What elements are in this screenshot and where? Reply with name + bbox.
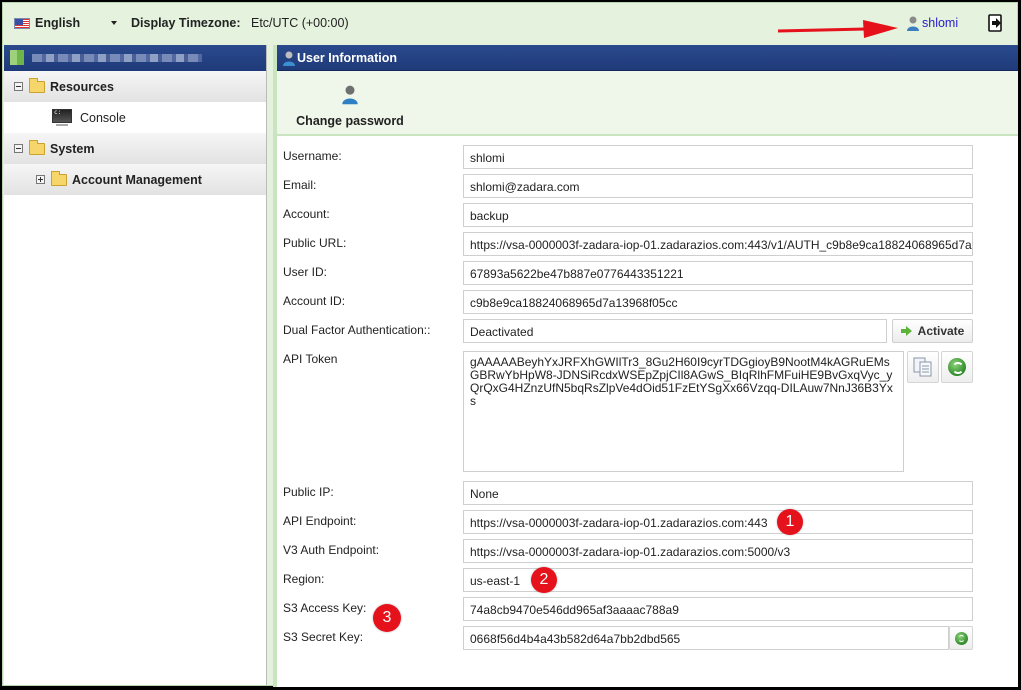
activate-label: Activate [917, 324, 965, 338]
folder-icon [51, 170, 67, 186]
sidebar-header [4, 45, 266, 71]
refresh-icon [948, 358, 966, 376]
username-field[interactable]: shlomi [463, 145, 973, 169]
form-row-account-id: Account ID: c9b8e9ca18824068965d7a13968f… [277, 287, 1018, 316]
folder-open-icon [29, 77, 45, 93]
account-id-label: Account ID: [283, 294, 346, 308]
user-icon [907, 16, 919, 31]
copy-icon [913, 357, 932, 377]
refresh-icon [954, 631, 968, 645]
region-label: Region: [283, 572, 325, 586]
form-row-dual-factor: Dual Factor Authentication:: Deactivated… [277, 316, 1018, 345]
expand-icon[interactable] [36, 175, 45, 184]
main-panel: User Information Change password Usernam… [273, 45, 1018, 687]
activate-button[interactable]: Activate [892, 319, 973, 343]
username-label: Username: [283, 149, 342, 163]
collapse-icon[interactable] [14, 82, 23, 91]
form-row-username: Username: shlomi [277, 142, 1018, 171]
api-endpoint-field[interactable]: https://vsa-0000003f-zadara-iop-01.zadar… [463, 510, 973, 534]
public-ip-label: Public IP: [283, 485, 334, 499]
account-field[interactable]: backup [463, 203, 973, 227]
timezone-value[interactable]: Etc/UTC (+00:00) [251, 16, 349, 30]
tree-item-system[interactable]: System [4, 133, 266, 164]
annotation-badge-1: 1 [777, 509, 803, 535]
folder-open-icon [29, 139, 45, 155]
sidebar: Resources Console System Account Managem… [4, 45, 267, 685]
user-info-form: Username: shlomi Email: shlomi@zadara.co… [277, 136, 1018, 652]
account-label: Account: [283, 207, 330, 221]
panel-title: User Information [297, 50, 398, 65]
app-frame: English Display Timezone: Etc/UTC (+00:0… [2, 2, 1018, 687]
arrow-right-icon [900, 326, 912, 336]
logo-icon [10, 50, 24, 65]
form-row-region: Region: us-east-1 2 [277, 565, 1018, 594]
form-row-user-id: User ID: 67893a5622be47b887e077644335122… [277, 258, 1018, 287]
tree-item-resources[interactable]: Resources [4, 71, 266, 102]
toolbar: Change password [277, 71, 1018, 136]
tree-item-label: Account Management [72, 172, 202, 187]
form-row-public-ip: Public IP: None [277, 478, 1018, 507]
form-row-api-token: API Token gAAAAABeyhYxJRFXhGWIlTr3_8Gu2H… [277, 345, 1018, 478]
username-link-text[interactable]: shlomi [922, 16, 958, 30]
dual-factor-field[interactable]: Deactivated [463, 319, 887, 343]
form-row-s3-access-key: S3 Access Key: 74a8cb9470e546dd965af3aaa… [277, 594, 1018, 632]
v3-auth-endpoint-field[interactable]: https://vsa-0000003f-zadara-iop-01.zadar… [463, 539, 973, 563]
panel-header: User Information [277, 45, 1018, 71]
regenerate-token-button[interactable] [941, 351, 973, 383]
form-row-email: Email: shlomi@zadara.com [277, 171, 1018, 200]
form-row-s3-secret-key: S3 Secret Key: 0668f56d4b4a43b582d64a7bb… [277, 623, 1018, 652]
public-url-field[interactable]: https://vsa-0000003f-zadara-iop-01.zadar… [463, 232, 973, 256]
s3-access-key-label: S3 Access Key: [283, 601, 367, 615]
language-selector[interactable]: English [35, 16, 80, 30]
chevron-down-icon[interactable] [111, 21, 117, 25]
collapse-icon[interactable] [14, 144, 23, 153]
change-password-button[interactable]: Change password [295, 83, 405, 128]
tree-item-label: Resources [50, 79, 114, 94]
public-url-label: Public URL: [283, 236, 347, 250]
change-password-label: Change password [296, 114, 404, 128]
api-token-label: API Token [283, 352, 338, 366]
account-id-field[interactable]: c9b8e9ca18824068965d7a13968f05cc [463, 290, 973, 314]
us-flag-icon [14, 18, 30, 29]
user-menu-link[interactable]: shlomi [906, 15, 958, 31]
redacted-title [32, 54, 202, 62]
tree-item-label: Console [80, 110, 126, 125]
console-icon [52, 108, 72, 127]
regenerate-secret-button[interactable] [949, 626, 973, 650]
email-label: Email: [283, 178, 317, 192]
public-ip-field[interactable]: None [463, 481, 973, 505]
copy-button[interactable] [907, 351, 939, 383]
user-id-field[interactable]: 67893a5622be47b887e0776443351221 [463, 261, 973, 285]
email-field[interactable]: shlomi@zadara.com [463, 174, 973, 198]
s3-access-key-field[interactable]: 74a8cb9470e546dd965af3aaaac788a9 [463, 597, 973, 621]
api-token-textarea[interactable]: gAAAAABeyhYxJRFXhGWIlTr3_8Gu2H60I9cyrTDG… [463, 351, 904, 472]
tree-item-label: System [50, 141, 95, 156]
form-row-api-endpoint: API Endpoint: https://vsa-0000003f-zadar… [277, 507, 1018, 536]
tree-item-account-management[interactable]: Account Management [4, 164, 266, 195]
user-icon [283, 51, 295, 66]
annotation-badge-2: 2 [531, 567, 557, 593]
form-row-account: Account: backup [277, 200, 1018, 229]
annotation-arrow [778, 20, 898, 38]
tree-item-console[interactable]: Console [4, 102, 266, 133]
logout-icon[interactable] [988, 14, 1004, 32]
dual-factor-label: Dual Factor Authentication:: [283, 323, 431, 337]
form-row-public-url: Public URL: https://vsa-0000003f-zadara-… [277, 229, 1018, 258]
s3-secret-key-label: S3 Secret Key: [283, 630, 364, 644]
user-icon [342, 85, 358, 105]
form-row-v3-auth-endpoint: V3 Auth Endpoint: https://vsa-0000003f-z… [277, 536, 1018, 565]
s3-secret-key-field[interactable]: 0668f56d4b4a43b582d64a7bb2dbd565 [463, 626, 949, 650]
v3-auth-endpoint-label: V3 Auth Endpoint: [283, 543, 380, 557]
user-id-label: User ID: [283, 265, 328, 279]
api-endpoint-label: API Endpoint: [283, 514, 357, 528]
top-bar: English Display Timezone: Etc/UTC (+00:0… [3, 3, 1017, 43]
timezone-label: Display Timezone: [131, 16, 241, 30]
